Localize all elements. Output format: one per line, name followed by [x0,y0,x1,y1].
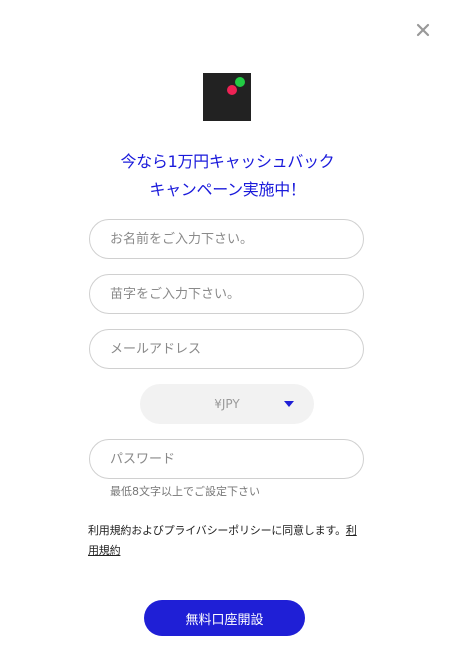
close-button[interactable] [413,20,433,40]
last-name-input[interactable] [89,274,364,314]
logo-dot-red [227,85,237,95]
campaign-headline: 今なら1万円キャッシュバック キャンペーン実施中！ [0,148,455,204]
logo-dot-green [235,77,245,87]
brand-logo [203,73,251,121]
caret-down-icon [284,401,294,407]
password-input[interactable] [89,439,364,479]
first-name-input[interactable] [89,219,364,259]
headline-line-2: キャンペーン実施中！ [149,180,306,199]
email-input[interactable] [89,329,364,369]
signup-modal: 今なら1万円キャッシュバック キャンペーン実施中！ ¥JPY 最低8文字以上でご… [0,0,455,655]
terms-agreement: 利用規約およびプライバシーポリシーに同意します。利用規約 [88,521,366,561]
open-account-button[interactable]: 無料口座開設 [144,600,305,636]
close-icon [416,23,430,37]
password-hint: 最低8文字以上でご設定下さい [110,485,260,498]
currency-select[interactable]: ¥JPY [140,384,314,424]
terms-agreement-text: 利用規約およびプライバシーポリシーに同意します。 [88,524,346,537]
headline-line-1: 今なら1万円キャッシュバック [120,152,335,171]
